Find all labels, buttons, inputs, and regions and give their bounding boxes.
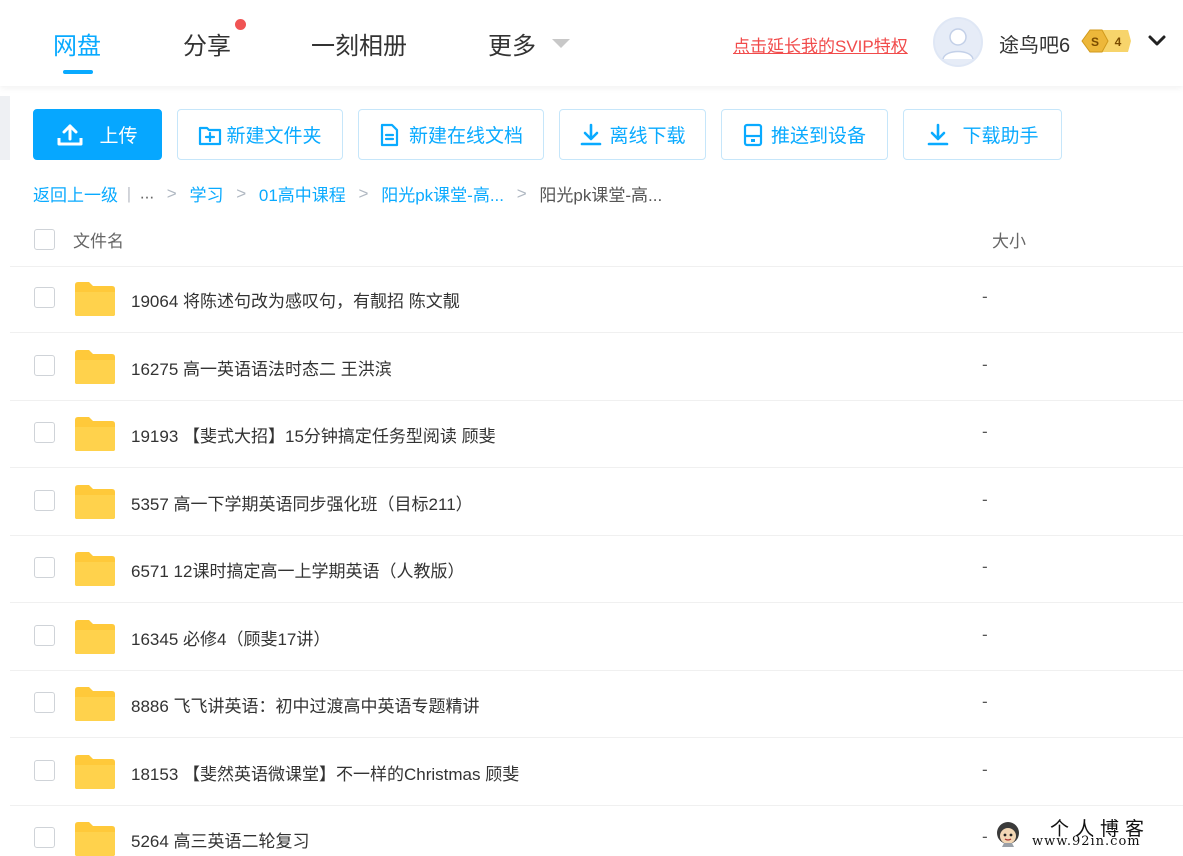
breadcrumb-separator: > xyxy=(236,183,247,203)
svip-renew-link[interactable]: 点击延长我的SVIP特权 xyxy=(733,32,908,57)
folder-icon xyxy=(75,282,115,316)
row-checkbox[interactable] xyxy=(34,692,55,713)
download-icon xyxy=(928,123,949,145)
new-folder-button[interactable]: 新建文件夹 xyxy=(177,109,343,160)
row-checkbox[interactable] xyxy=(34,557,55,578)
table-row[interactable]: 19064 将陈述句改为感叹句，有靓招 陈文靓 - xyxy=(10,266,1183,333)
file-name[interactable]: 8886 飞飞讲英语：初中过渡高中英语专题精讲 xyxy=(131,692,480,717)
notification-dot xyxy=(235,19,246,30)
push-to-device-button[interactable]: 推送到设备 xyxy=(721,109,888,160)
download-helper-label: 下载助手 xyxy=(962,126,1039,147)
avatar-icon xyxy=(942,28,974,60)
mascot-icon xyxy=(997,822,1019,847)
sidebar-edge xyxy=(0,96,10,160)
push-to-device-label: 推送到设备 xyxy=(770,126,866,147)
nav-tab-netdisk[interactable]: 网盘 xyxy=(53,26,101,61)
nav-tab-share[interactable]: 分享 xyxy=(183,26,231,61)
breadcrumb-separator: > xyxy=(166,183,177,203)
upload-button[interactable]: 上传 xyxy=(33,109,162,160)
table-row[interactable]: 5357 高一下学期英语同步强化班（目标211） - xyxy=(10,469,1183,536)
row-checkbox[interactable] xyxy=(34,624,55,646)
folder-icon xyxy=(75,484,115,519)
breadcrumb-separator: > xyxy=(358,183,369,203)
folder-plus-icon xyxy=(199,126,222,145)
new-folder-label: 新建文件夹 xyxy=(226,126,322,147)
offline-download-button[interactable]: 离线下载 xyxy=(559,109,706,160)
folder-icon xyxy=(75,417,115,451)
file-name[interactable]: 16345 必修4（顾斐17讲） xyxy=(131,625,330,650)
breadcrumb-ellipsis[interactable]: ... xyxy=(140,184,154,203)
row-checkbox[interactable] xyxy=(34,287,55,308)
folder-icon xyxy=(75,349,115,384)
table-row[interactable]: 16275 高一英语语法时态二 王洪滨 - xyxy=(10,334,1183,401)
breadcrumb-divider: | xyxy=(126,183,132,203)
new-online-doc-button[interactable]: 新建在线文档 xyxy=(358,109,544,160)
avatar[interactable] xyxy=(933,17,983,67)
row-checkbox[interactable] xyxy=(34,827,55,848)
svip-level-badge: S 4 xyxy=(1081,29,1131,53)
file-name[interactable]: 19193 【斐式大招】15分钟搞定任务型阅读 顾斐 xyxy=(131,422,496,447)
file-size: - xyxy=(982,827,988,846)
download-icon xyxy=(581,123,602,145)
breadcrumb-item-high-school[interactable]: 01高中课程 xyxy=(259,186,346,205)
table-row[interactable]: 18153 【斐然英语微课堂】不一样的Christmas 顾斐 - xyxy=(10,739,1183,806)
table-row[interactable]: 19193 【斐式大招】15分钟搞定任务型阅读 顾斐 - xyxy=(10,401,1183,468)
file-size: - xyxy=(982,759,988,779)
breadcrumb-item-sunshine-pk[interactable]: 阳光pk课堂-高... xyxy=(381,186,504,205)
file-size: - xyxy=(982,354,988,374)
file-name[interactable]: 16275 高一英语语法时态二 王洪滨 xyxy=(131,355,392,380)
select-all-checkbox[interactable] xyxy=(34,229,55,250)
file-size: - xyxy=(982,287,988,306)
document-icon xyxy=(380,123,399,146)
watermark: 个人博客 www.92in.com xyxy=(990,814,1180,856)
table-row[interactable]: 8886 飞飞讲英语：初中过渡高中英语专题精讲 - xyxy=(10,671,1183,738)
column-header-filename[interactable]: 文件名 xyxy=(73,227,124,252)
file-size: - xyxy=(982,557,988,576)
username[interactable]: 途鸟吧6 xyxy=(999,29,1070,58)
nav-tab-more[interactable]: 更多 xyxy=(488,26,536,61)
more-dropdown-icon[interactable] xyxy=(552,39,570,48)
column-header-size[interactable]: 大小 xyxy=(992,227,1026,252)
file-name[interactable]: 18153 【斐然英语微课堂】不一样的Christmas 顾斐 xyxy=(131,760,519,785)
top-navigation: 网盘 分享 一刻相册 更多 点击延长我的SVIP特权 途鸟吧6 S 4 xyxy=(0,0,1183,86)
file-name[interactable]: 5357 高一下学期英语同步强化班（目标211） xyxy=(131,490,473,515)
row-checkbox[interactable] xyxy=(34,354,55,376)
file-size: - xyxy=(982,422,988,441)
new-online-doc-label: 新建在线文档 xyxy=(408,126,523,147)
breadcrumb: 返回上一级 | ... > 学习 > 01高中课程 > 阳光pk课堂-高... … xyxy=(33,181,662,206)
svip-level: 4 xyxy=(1115,35,1122,49)
folder-icon xyxy=(75,687,115,721)
folder-icon xyxy=(75,822,115,856)
folder-icon xyxy=(75,552,115,586)
row-checkbox[interactable] xyxy=(34,489,55,511)
chevron-down-icon[interactable] xyxy=(1146,30,1168,52)
file-list-header: 文件名 大小 xyxy=(10,210,1183,267)
folder-icon xyxy=(75,619,115,654)
file-name[interactable]: 19064 将陈述句改为感叹句，有靓招 陈文靓 xyxy=(131,287,460,312)
breadcrumb-current: 阳光pk课堂-高... xyxy=(539,186,663,205)
table-row[interactable]: 6571 12课时搞定高一上学期英语（人教版） - xyxy=(10,536,1183,603)
file-name[interactable]: 6571 12课时搞定高一上学期英语（人教版） xyxy=(131,557,464,582)
upload-button-label: 上传 xyxy=(99,126,138,147)
row-checkbox[interactable] xyxy=(34,422,55,443)
file-size: - xyxy=(982,692,988,711)
breadcrumb-item-study[interactable]: 学习 xyxy=(189,186,223,205)
watermark-url: www.92in.com xyxy=(1032,834,1141,849)
svip-symbol: S xyxy=(1091,35,1099,49)
download-helper-button[interactable]: 下载助手 xyxy=(903,109,1062,160)
file-size: - xyxy=(982,489,988,509)
nav-tab-album[interactable]: 一刻相册 xyxy=(311,26,407,61)
offline-download-label: 离线下载 xyxy=(609,126,686,147)
breadcrumb-back-link[interactable]: 返回上一级 xyxy=(33,186,118,205)
file-size: - xyxy=(982,624,988,644)
upload-icon xyxy=(57,124,83,145)
folder-icon xyxy=(75,754,115,789)
file-name[interactable]: 5264 高三英语二轮复习 xyxy=(131,827,310,852)
breadcrumb-separator: > xyxy=(516,183,527,203)
active-tab-indicator xyxy=(63,70,93,74)
device-icon xyxy=(743,123,763,146)
row-checkbox[interactable] xyxy=(34,759,55,781)
table-row[interactable]: 16345 必修4（顾斐17讲） - xyxy=(10,604,1183,671)
